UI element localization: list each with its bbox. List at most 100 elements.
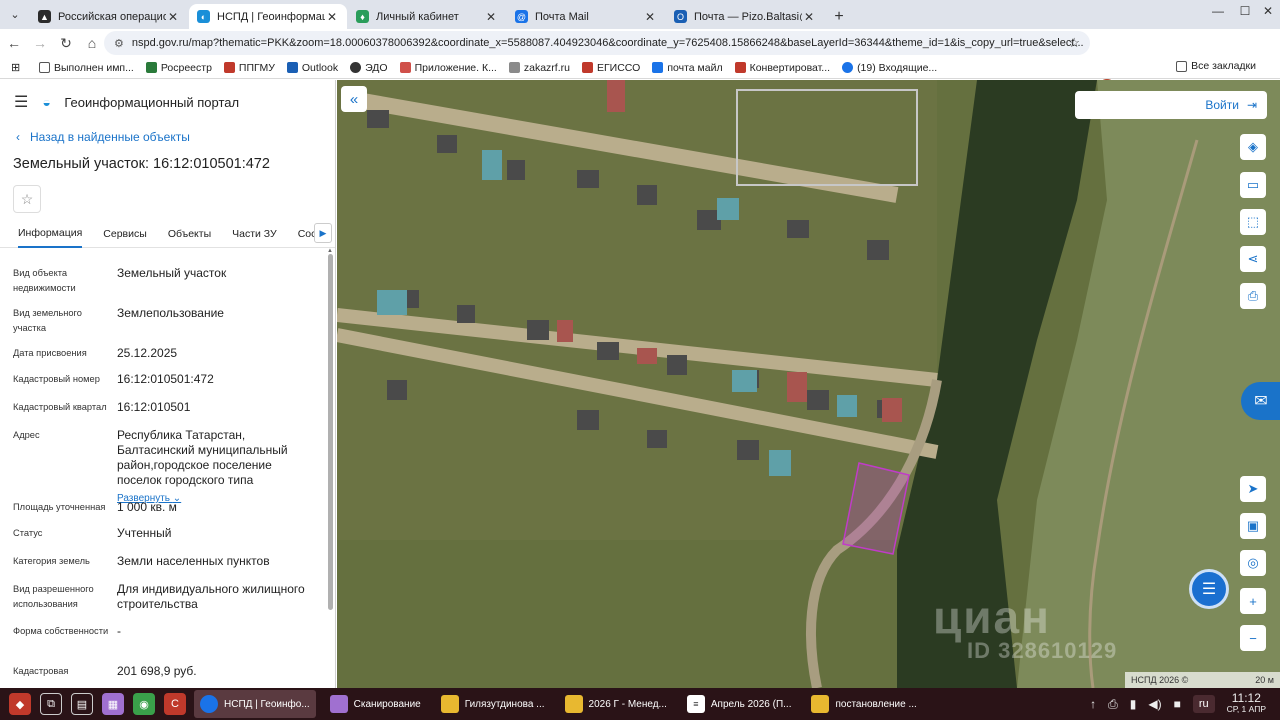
bookmark-item[interactable]: ППГМУ <box>223 62 275 74</box>
assistant-side-badge-icon[interactable]: ✉ <box>1241 382 1280 420</box>
taskbar-app-label: Апрель 2026 (П... <box>710 698 792 710</box>
chat-support-icon[interactable]: ☰ <box>1189 569 1229 609</box>
bookmark-item[interactable]: ЭДО <box>350 62 388 74</box>
property-value: Для индивидуального жилищного строительс… <box>117 582 305 611</box>
volume-icon[interactable]: ◀) <box>1148 697 1161 711</box>
browser-launcher-icon[interactable]: C <box>164 693 186 715</box>
property-label: Вид объекта недвижимости <box>13 268 76 293</box>
minimize-window-icon[interactable]: — <box>1206 4 1230 18</box>
geolocation-icon[interactable]: ◎ <box>1240 550 1266 576</box>
login-button[interactable]: Войти ⇥ <box>1075 91 1267 119</box>
home-icon[interactable]: ⌂ <box>80 31 104 55</box>
share-icon[interactable]: ⋖ <box>1240 246 1266 272</box>
browser-tab-active[interactable]: ◐ НСПД | Геоинформацио ✕ <box>189 4 347 29</box>
close-tab-icon[interactable]: ✕ <box>643 10 657 24</box>
close-tab-icon[interactable]: ✕ <box>802 10 816 24</box>
bookmark-star-icon[interactable]: ☆ <box>1068 35 1080 51</box>
network-icon[interactable]: ■ <box>1174 697 1181 711</box>
collapse-panel-icon[interactable]: « <box>341 86 367 112</box>
all-bookmarks-label: Все закладки <box>1191 60 1256 72</box>
property-row: Кадастровый номер 16:12:010501:472 <box>13 372 318 400</box>
ruler-icon[interactable]: ▭ <box>1240 172 1266 198</box>
forward-arrow-icon[interactable]: → <box>28 31 52 55</box>
map-view[interactable]: циан ID 328610129 « Войти ⇥ ◈ ▭ ⬚ ⋖ ⎙ ✉ … <box>337 80 1280 688</box>
print-icon[interactable]: ⎙ <box>1240 283 1266 309</box>
window-switcher-icon[interactable]: ⧉ <box>40 693 62 715</box>
house-roof <box>607 80 625 112</box>
tab-parts[interactable]: Части ЗУ <box>232 220 277 248</box>
property-label: Вид земельного участка <box>13 308 82 333</box>
house-roof <box>882 398 902 422</box>
tabs-next-chevron-icon[interactable]: ▶ <box>314 223 332 243</box>
clock[interactable]: 11:12 СР, 1 АПР <box>1227 692 1266 715</box>
taskbar-app-label: постановление ... <box>835 698 917 710</box>
browser-tab[interactable]: @ Почта Mail ✕ <box>507 4 665 29</box>
layers-icon[interactable]: ◈ <box>1240 134 1266 160</box>
chrome-icon <box>200 695 218 713</box>
reload-icon[interactable]: ↻ <box>54 31 78 55</box>
tab-information[interactable]: Информация <box>18 220 83 248</box>
taskbar-app-folder[interactable]: 2026 Г - Менед... <box>559 690 673 718</box>
navigation-arrow-icon[interactable]: ➤ <box>1240 476 1266 502</box>
bookmark-label: Outlook <box>301 61 339 74</box>
house <box>577 410 599 430</box>
bookmark-item[interactable]: Outlook <box>286 61 339 74</box>
back-to-results-link[interactable]: ‹ Назад в найденные объекты <box>16 130 190 144</box>
close-tab-icon[interactable]: ✕ <box>484 10 498 24</box>
property-value: 201 698,9 руб. <box>117 664 197 678</box>
close-tab-icon[interactable]: ✕ <box>325 10 339 24</box>
back-arrow-icon[interactable]: ← <box>2 31 26 55</box>
bookmark-item[interactable]: Конвертироват... <box>734 62 830 74</box>
panel-scrollbar[interactable] <box>328 254 333 610</box>
house <box>597 342 619 360</box>
taskbar-app-document[interactable]: ≡ Апрель 2026 (П... <box>681 690 798 718</box>
browser-tab[interactable]: ▲ Российская операционна ✕ <box>30 4 188 29</box>
taskbar-app-folder[interactable]: постановление ... <box>805 690 922 718</box>
bookmark-favicon-icon <box>286 62 298 73</box>
property-row: Статус Учтенный <box>13 526 318 554</box>
printer-icon[interactable]: ⎙ <box>1108 697 1118 712</box>
bookmark-label: почта майл <box>667 61 723 74</box>
area-select-icon[interactable]: ⬚ <box>1240 209 1266 235</box>
taskbar-app-browser[interactable]: НСПД | Геоинфо... <box>194 690 316 718</box>
scanner-app-icon[interactable]: ▦ <box>102 693 124 715</box>
upload-arrow-icon[interactable]: ↑ <box>1090 697 1096 711</box>
keyboard-layout[interactable]: ru <box>1192 695 1215 713</box>
taskbar-app-folder[interactable]: Гилязутдинова ... <box>435 690 551 718</box>
apps-grid-icon[interactable]: ⊞ <box>11 61 25 74</box>
bookmark-item[interactable]: (19) Входящие... <box>842 62 937 74</box>
maps-app-icon[interactable]: ◉ <box>133 693 155 715</box>
bookmark-item[interactable]: ЕГИССО <box>581 62 640 74</box>
taskbar-app-scanning[interactable]: Сканирование <box>324 690 427 718</box>
browser-tab[interactable]: O Почта — Pizo.Baltasi@tatar ✕ <box>666 4 824 29</box>
menu-burger-icon[interactable]: ☰ <box>14 92 28 112</box>
minimap-icon[interactable]: ▣ <box>1240 513 1266 539</box>
close-tab-icon[interactable]: ✕ <box>166 10 180 24</box>
tab-services[interactable]: Сервисы <box>103 220 147 248</box>
usb-icon[interactable]: ▮ <box>1130 697 1137 711</box>
maximize-window-icon[interactable]: ☐ <box>1233 4 1257 18</box>
start-menu-icon[interactable]: ◆ <box>9 693 31 715</box>
file-manager-icon[interactable]: ▤ <box>71 693 93 715</box>
browser-tab[interactable]: ♦ Личный кабинет ✕ <box>348 4 506 29</box>
bookmark-item[interactable]: Росреестр <box>145 62 212 74</box>
url-field[interactable]: ⚙ nspd.gov.ru/map?thematic=PKK&zoom=18.0… <box>104 31 1090 55</box>
property-value: Земли населенных пунктов <box>117 554 270 568</box>
property-label: Кадастровый квартал <box>13 402 107 412</box>
zoom-in-icon[interactable]: + <box>1240 588 1266 614</box>
close-window-icon[interactable]: ✕ <box>1256 4 1280 18</box>
bookmark-item[interactable]: Выполнен имп... <box>39 62 134 74</box>
tab-objects[interactable]: Объекты <box>168 220 211 248</box>
tab-search-chevron-icon[interactable]: ⌄ <box>0 0 30 29</box>
all-bookmarks-button[interactable]: Все закладки <box>1176 60 1256 72</box>
address-toolbar: ← → ↻ ⌂ ⚙ nspd.gov.ru/map?thematic=PKK&z… <box>0 29 1280 80</box>
bookmark-item[interactable]: Приложение. К... <box>399 62 497 74</box>
bookmark-item[interactable]: почта майл <box>652 61 723 74</box>
new-tab-plus-icon[interactable]: + <box>825 4 853 29</box>
site-info-icon[interactable]: ⚙ <box>114 37 124 50</box>
tab-label: НСПД | Геоинформацио <box>217 10 325 23</box>
bookmark-item[interactable]: zakazrf.ru <box>508 62 570 74</box>
login-label: Войти <box>1205 98 1239 112</box>
zoom-out-icon[interactable]: − <box>1240 625 1266 651</box>
favorite-star-icon[interactable]: ☆ <box>13 185 41 213</box>
